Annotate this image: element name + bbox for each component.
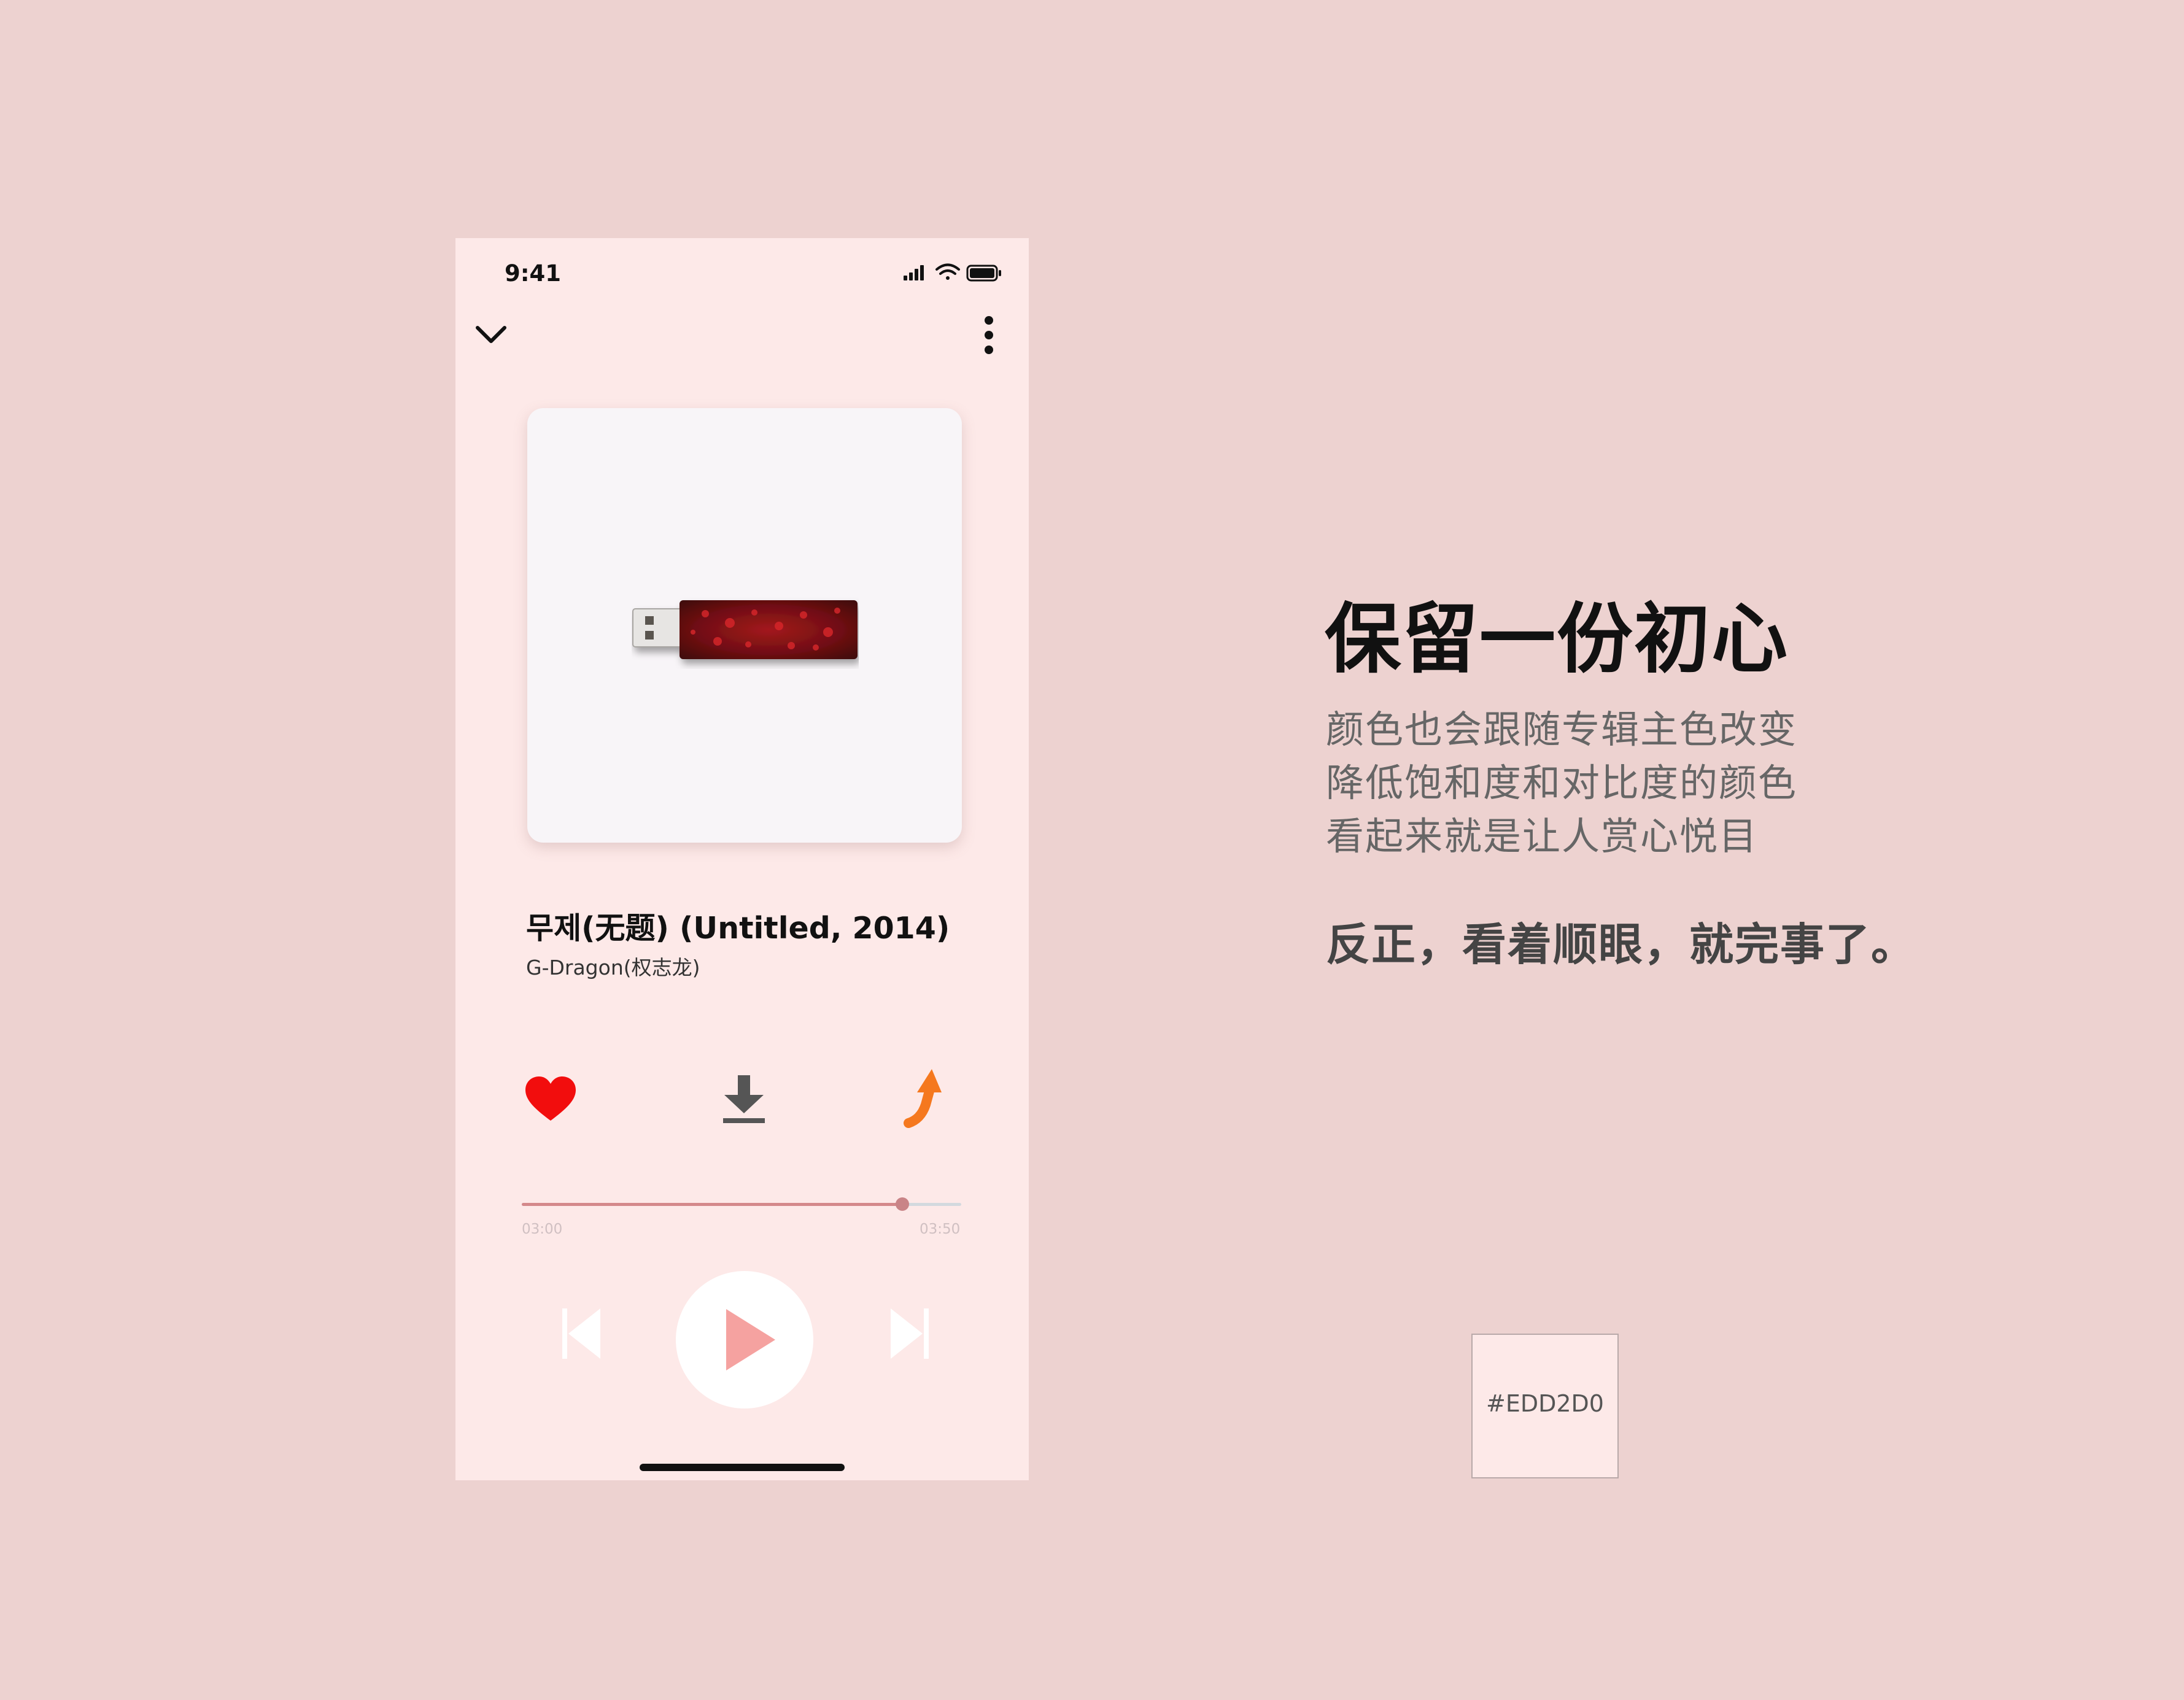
home-indicator xyxy=(640,1464,845,1471)
album-cover xyxy=(527,408,962,843)
artist-name[interactable]: G-Dragon(权志龙) xyxy=(526,951,700,981)
status-time: 9:41 xyxy=(505,260,562,287)
battery-icon xyxy=(966,265,1001,282)
wifi-icon xyxy=(935,263,960,280)
share-icon[interactable] xyxy=(904,1067,959,1128)
color-swatch: #EDD2D0 xyxy=(1471,1334,1619,1478)
progress-bar[interactable] xyxy=(522,1197,961,1211)
play-button[interactable] xyxy=(676,1271,813,1408)
status-icons xyxy=(904,263,1001,282)
description-line: 看起来就是让人赏心悦目 xyxy=(1326,814,1759,859)
headline: 保留一份初心 xyxy=(1325,595,1789,684)
current-time: 03:00 xyxy=(522,1221,563,1237)
usb-drive-icon xyxy=(632,600,858,659)
download-icon[interactable] xyxy=(719,1074,769,1126)
song-title: 무제(无题) (Untitled, 2014) xyxy=(526,911,950,946)
signal-icon xyxy=(904,265,924,280)
skip-next-icon[interactable] xyxy=(888,1306,931,1361)
heart-icon[interactable] xyxy=(523,1073,578,1128)
play-icon xyxy=(726,1309,775,1370)
progress-fill xyxy=(522,1203,903,1206)
progress-knob[interactable] xyxy=(896,1197,910,1211)
chevron-down-icon[interactable] xyxy=(473,317,509,354)
more-vertical-icon[interactable] xyxy=(980,313,998,357)
description-line: 颜色也会跟随专辑主色改变 xyxy=(1326,707,1798,752)
total-time: 03:50 xyxy=(920,1221,961,1237)
swatch-label: #EDD2D0 xyxy=(1486,1390,1604,1417)
description-line: 降低饱和度和对比度的颜色 xyxy=(1326,760,1798,805)
tagline: 反正，看着顺眼，就完事了。 xyxy=(1326,919,1917,970)
skip-previous-icon[interactable] xyxy=(560,1306,603,1361)
player-screen: 9:41 무제(无题) (Untitled, 2014) G-Dragon(权志… xyxy=(455,238,1029,1480)
